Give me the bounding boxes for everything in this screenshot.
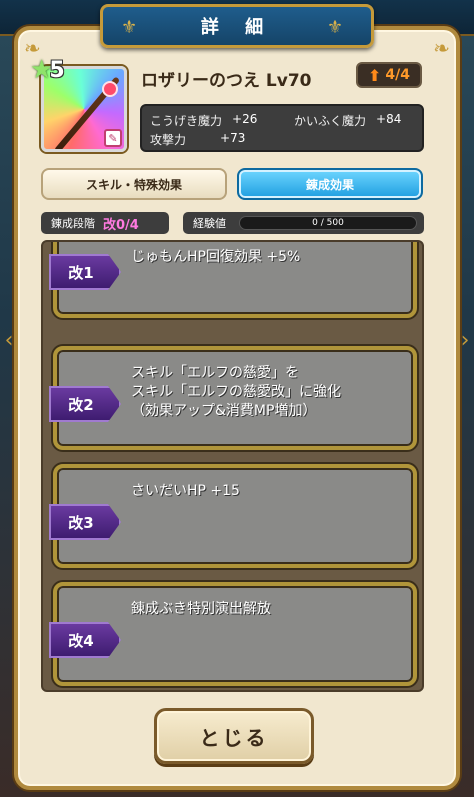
list-item: 改1 じゅもんHP回復効果 +5% <box>49 242 417 318</box>
effect-text: 錬成ぶき特別演出解放 <box>131 600 403 619</box>
stat-row: かいふく魔力 +84 <box>294 112 401 129</box>
exp-panel: 経験値 0 / 500 <box>183 212 424 234</box>
stat-row: 攻撃力 +73 <box>150 131 245 148</box>
exp-bar: 0 / 500 <box>239 216 417 230</box>
upgrade-count: 4/4 <box>385 67 410 83</box>
effect-line: さいだいHP +15 <box>131 483 240 499</box>
list-item: 改3 さいだいHP +15 <box>49 464 417 568</box>
weapon-type-icon: ✎ <box>104 129 122 147</box>
effect-text: さいだいHP +15 <box>131 482 403 501</box>
stat-label: こうげき魔力 <box>150 114 223 128</box>
up-arrow-icon: ⬆ <box>367 65 382 85</box>
stage-tag: 改3 <box>49 504 121 540</box>
effect-text: じゅもんHP回復効果 +5% <box>131 248 403 267</box>
stat-row: こうげき魔力 +26 <box>150 112 257 129</box>
rarity-badge: ★ 5 <box>30 56 65 84</box>
upgrade-badge: ⬆ 4/4 <box>356 62 422 88</box>
refine-stage: 錬成段階 改0/4 <box>41 212 169 234</box>
refine-stage-value: 改0/4 <box>103 217 139 233</box>
effect-line: スキル「エルフの慈愛」を <box>131 365 299 381</box>
weapon-name: ロザリーのつえ Lv70 <box>141 71 312 91</box>
stat-label: 攻撃力 <box>150 133 187 147</box>
effect-line: （効果アップ&消費MP増加） <box>131 403 317 419</box>
stat-value: +84 <box>376 112 402 126</box>
effect-text: スキル「エルフの慈愛」を スキル「エルフの慈愛改」に強化 （効果アップ&消費MP… <box>131 364 403 421</box>
list-item: 改2 スキル「エルフの慈愛」を スキル「エルフの慈愛改」に強化 （効果アップ&消… <box>49 346 417 450</box>
close-button[interactable]: とじる <box>154 708 314 764</box>
refine-stage-label: 錬成段階 <box>51 217 95 230</box>
effect-line: 錬成ぶき特別演出解放 <box>131 601 271 617</box>
dialog-title: ⚜ 詳 細 ⚜ <box>100 4 374 48</box>
dialog-title-text: 詳 細 <box>200 17 274 38</box>
exp-value: 0 / 500 <box>312 218 344 228</box>
effect-list[interactable]: 改1 じゅもんHP回復効果 +5% 改2 スキル「エルフの慈愛」を スキル「エル… <box>41 240 424 692</box>
ornament-icon: ❧ <box>433 36 450 60</box>
stage-tag: 改2 <box>49 386 121 422</box>
rarity-value: 5 <box>49 57 65 83</box>
stage-tag: 改1 <box>49 254 121 290</box>
list-item: 改4 錬成ぶき特別演出解放 <box>49 582 417 686</box>
stats-box: こうげき魔力 +26 かいふく魔力 +84 攻撃力 +73 <box>140 104 424 152</box>
stat-value: +26 <box>232 112 258 126</box>
stat-value: +73 <box>220 131 246 145</box>
effect-line: スキル「エルフの慈愛改」に強化 <box>131 384 341 400</box>
fleur-icon: ⚜ <box>121 17 148 38</box>
effect-line: じゅもんHP回復効果 +5% <box>131 249 301 265</box>
tab-skills[interactable]: スキル・特殊効果 <box>41 168 227 200</box>
gem-shape <box>102 81 118 97</box>
stage-tag: 改4 <box>49 622 121 658</box>
stat-label: かいふく魔力 <box>294 114 367 128</box>
fleur-icon: ⚜ <box>326 17 353 38</box>
exp-label: 経験値 <box>193 217 226 230</box>
tab-refine[interactable]: 錬成効果 <box>237 168 423 200</box>
